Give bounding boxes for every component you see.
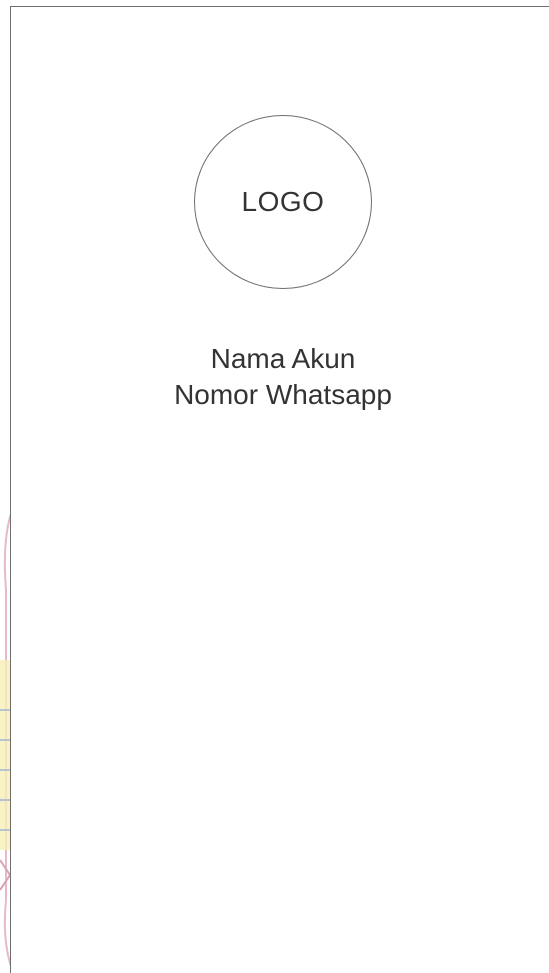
account-info: Nama Akun Nomor Whatsapp [100, 341, 466, 413]
whatsapp-number: Nomor Whatsapp [174, 379, 392, 410]
profile-screen: LOGO Nama Akun Nomor Whatsapp [0, 0, 549, 973]
logo-placeholder: LOGO [194, 115, 372, 289]
account-name: Nama Akun [210, 343, 356, 374]
logo-text: LOGO [241, 186, 325, 217]
